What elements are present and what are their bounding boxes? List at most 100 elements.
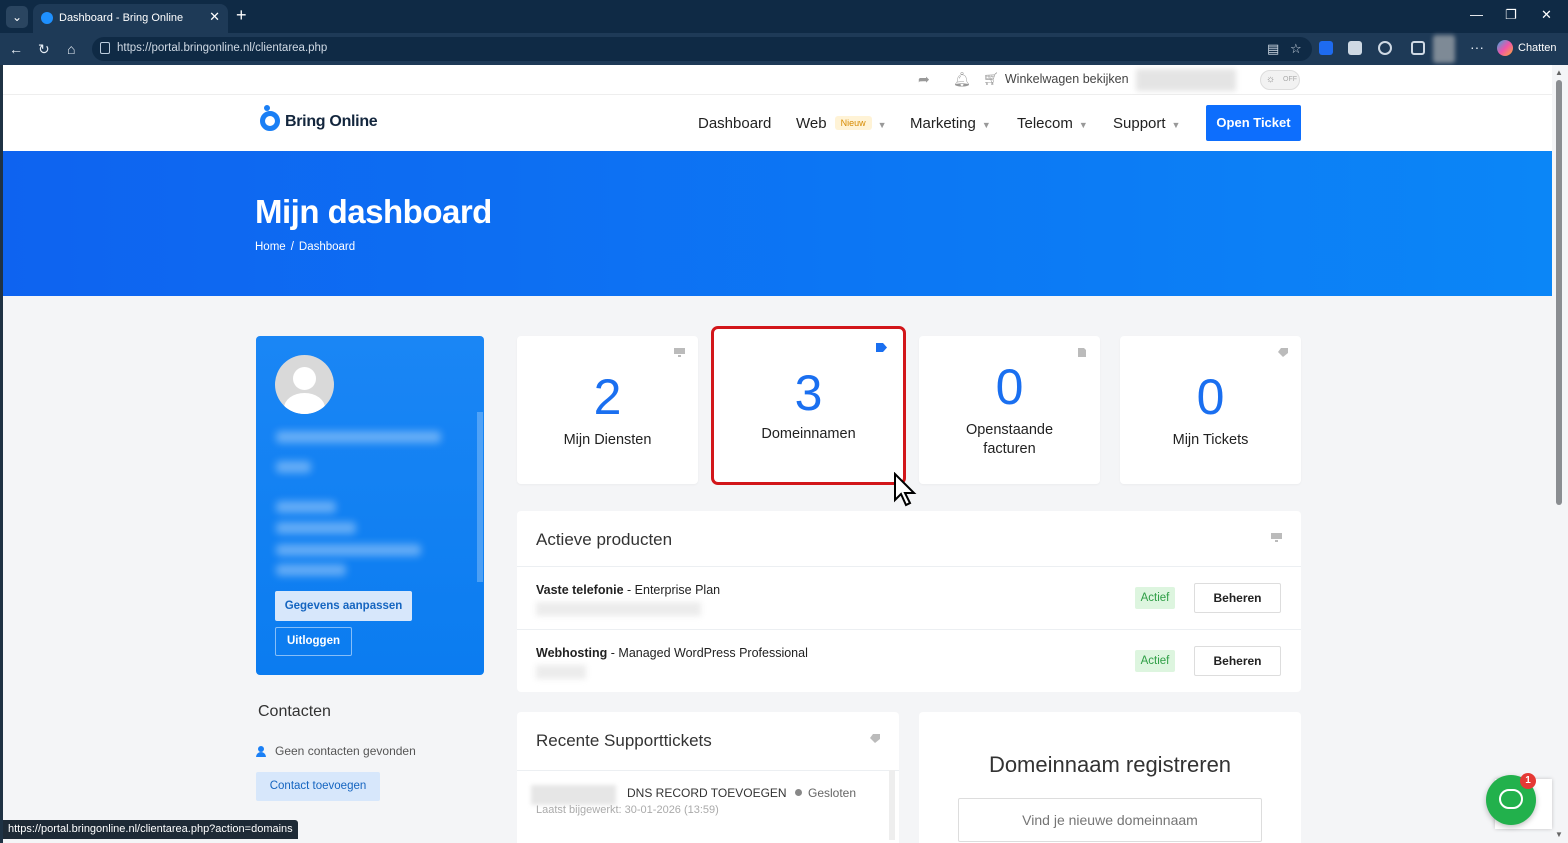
scrollbar-thumb[interactable]	[1556, 80, 1562, 505]
manage-button[interactable]: Beheren	[1194, 646, 1281, 676]
back-icon[interactable]: ←	[9, 41, 23, 57]
logout-button[interactable]: Uitloggen	[275, 627, 352, 656]
profile-card: Gegevens aanpassen Uitloggen	[256, 336, 484, 675]
view-cart-link[interactable]: 🛒︎ Winkelwagen bekijken	[983, 72, 1129, 87]
share-icon[interactable]: ➦	[918, 71, 930, 88]
site-favicon-icon	[41, 12, 53, 24]
close-window-button[interactable]: ✕	[1541, 7, 1552, 23]
add-contact-button[interactable]: Contact toevoegen	[256, 772, 380, 801]
browser-toolbar: ← ↻ ⌂ https://portal.bringonline.nl/clie…	[0, 33, 1568, 65]
collections-icon[interactable]	[1411, 41, 1425, 55]
extensions-puzzle-icon[interactable]	[1378, 41, 1392, 55]
stat-value: 0	[1196, 369, 1225, 425]
home-icon[interactable]: ⌂	[67, 41, 75, 57]
product-row: Webhosting - Managed WordPress Professio…	[517, 629, 1301, 692]
document-icon	[1078, 348, 1086, 357]
chevron-down-icon: ▼	[877, 120, 887, 130]
product-name: Webhosting	[536, 646, 608, 660]
active-products-panel: Actieve producten Vaste telefonie - Ente…	[517, 511, 1301, 692]
notification-bell-icon[interactable]: 🔔︎	[953, 71, 971, 88]
user-name-blurred	[276, 431, 441, 443]
url-text: https://portal.bringonline.nl/clientarea…	[117, 42, 328, 54]
contacts-empty: Geen contacten gevonden	[256, 744, 416, 758]
stat-services[interactable]: 2 Mijn Diensten	[517, 336, 698, 484]
browser-status-url: https://portal.bringonline.nl/clientarea…	[3, 820, 298, 839]
scroll-up-icon[interactable]: ▲	[1555, 68, 1563, 77]
address-blurred	[276, 501, 336, 513]
product-plan: Managed WordPress Professional	[618, 646, 808, 660]
copilot-button[interactable]: Chatten	[1497, 40, 1557, 56]
avatar	[275, 355, 334, 414]
more-menu-icon[interactable]: ···	[1470, 39, 1484, 55]
ticket-row[interactable]: DNS RECORD TOEVOEGEN Gesloten Laatst bij…	[517, 770, 899, 832]
recent-tickets-panel: Recente Supporttickets DNS RECORD TOEVOE…	[517, 712, 899, 843]
stat-domains[interactable]: 3 Domeinnamen	[711, 326, 906, 485]
product-name: Vaste telefonie	[536, 583, 624, 597]
stat-invoices[interactable]: 0 Openstaande facturen	[919, 336, 1100, 484]
contacts-title: Contacten	[258, 703, 331, 720]
chat-bubble-icon	[1499, 789, 1523, 809]
ticket-icon	[870, 734, 880, 743]
page-scrollbar[interactable]: ▲ ▼	[1552, 65, 1568, 843]
ticket-icon	[1278, 348, 1288, 357]
scroll-down-icon[interactable]: ▼	[1555, 830, 1563, 839]
chat-button[interactable]: 1	[1486, 773, 1536, 825]
tickets-scrollbar[interactable]	[889, 770, 895, 840]
monitor-icon	[1271, 533, 1282, 542]
stat-value: 2	[593, 369, 622, 425]
ticket-updated: Laatst bijgewerkt: 30-01-2026 (13:59)	[536, 804, 719, 816]
new-tab-button[interactable]: +	[236, 5, 247, 26]
browser-tab-bar: ⌄ Dashboard - Bring Online ✕ + — ❐ ✕	[0, 0, 1568, 33]
extension-icon[interactable]	[1348, 41, 1362, 55]
stat-label: Mijn Tickets	[1172, 432, 1249, 448]
copilot-icon	[1497, 40, 1513, 56]
nav-web[interactable]: Web Nieuw ▼	[796, 115, 887, 132]
edit-details-button[interactable]: Gegevens aanpassen	[275, 591, 412, 621]
breadcrumb-home[interactable]: Home	[255, 241, 286, 253]
tab-list-button[interactable]: ⌄	[6, 6, 28, 28]
manage-button[interactable]: Beheren	[1194, 583, 1281, 613]
open-ticket-button[interactable]: Open Ticket	[1206, 105, 1301, 141]
reload-icon[interactable]: ↻	[38, 41, 50, 58]
monitor-icon	[674, 348, 685, 357]
unread-count-badge: 1	[1520, 773, 1536, 789]
lock-icon	[100, 42, 110, 54]
restore-button[interactable]: ❐	[1505, 7, 1517, 23]
hero-banner: Mijn dashboard Home / Dashboard	[3, 151, 1552, 296]
product-domain-blurred	[536, 665, 586, 679]
stat-tickets[interactable]: 0 Mijn Tickets	[1120, 336, 1301, 484]
stat-value: 3	[794, 365, 823, 421]
chevron-down-icon: ▼	[1171, 120, 1181, 130]
panel-title: Actieve producten	[536, 530, 673, 549]
chevron-down-icon: ▼	[1078, 120, 1088, 130]
nav-marketing[interactable]: Marketing ▼	[910, 115, 991, 132]
nav-telecom[interactable]: Telecom ▼	[1017, 115, 1088, 132]
breadcrumb: Home / Dashboard	[255, 241, 356, 253]
minimize-button[interactable]: —	[1470, 7, 1483, 22]
address-bar[interactable]: https://portal.bringonline.nl/clientarea…	[92, 37, 1312, 61]
ticket-status: Gesloten	[795, 786, 856, 800]
account-blurred[interactable]	[1136, 69, 1236, 91]
nav-support[interactable]: Support ▼	[1113, 115, 1180, 132]
page-title: Mijn dashboard	[255, 193, 492, 230]
browser-tab[interactable]: Dashboard - Bring Online ✕	[33, 4, 228, 33]
logo-text: Bring Online	[285, 113, 378, 130]
stat-value: 0	[995, 359, 1024, 415]
tab-title: Dashboard - Bring Online	[59, 12, 184, 24]
favorite-star-icon[interactable]: ☆	[1290, 41, 1302, 57]
stat-label: Domeinnamen	[761, 426, 856, 442]
reader-icon[interactable]: ▤	[1267, 41, 1279, 57]
close-tab-icon[interactable]: ✕	[209, 9, 220, 25]
product-row: Vaste telefonie - Enterprise Plan Actief…	[517, 566, 1301, 629]
status-badge: Actief	[1135, 650, 1175, 672]
stat-label: Mijn Diensten	[563, 432, 652, 448]
profile-avatar[interactable]	[1433, 35, 1455, 63]
dark-mode-toggle[interactable]: ☼ OFF	[1260, 70, 1300, 90]
sun-icon: ☼	[1266, 74, 1276, 85]
panel-title: Recente Supporttickets	[536, 731, 712, 750]
nav-dashboard[interactable]: Dashboard	[698, 115, 771, 132]
domain-search-input[interactable]	[958, 798, 1262, 842]
extension-icon[interactable]	[1319, 41, 1333, 55]
domain-register-panel: Domeinnaam registreren	[919, 712, 1301, 843]
new-badge: Nieuw	[834, 116, 872, 130]
